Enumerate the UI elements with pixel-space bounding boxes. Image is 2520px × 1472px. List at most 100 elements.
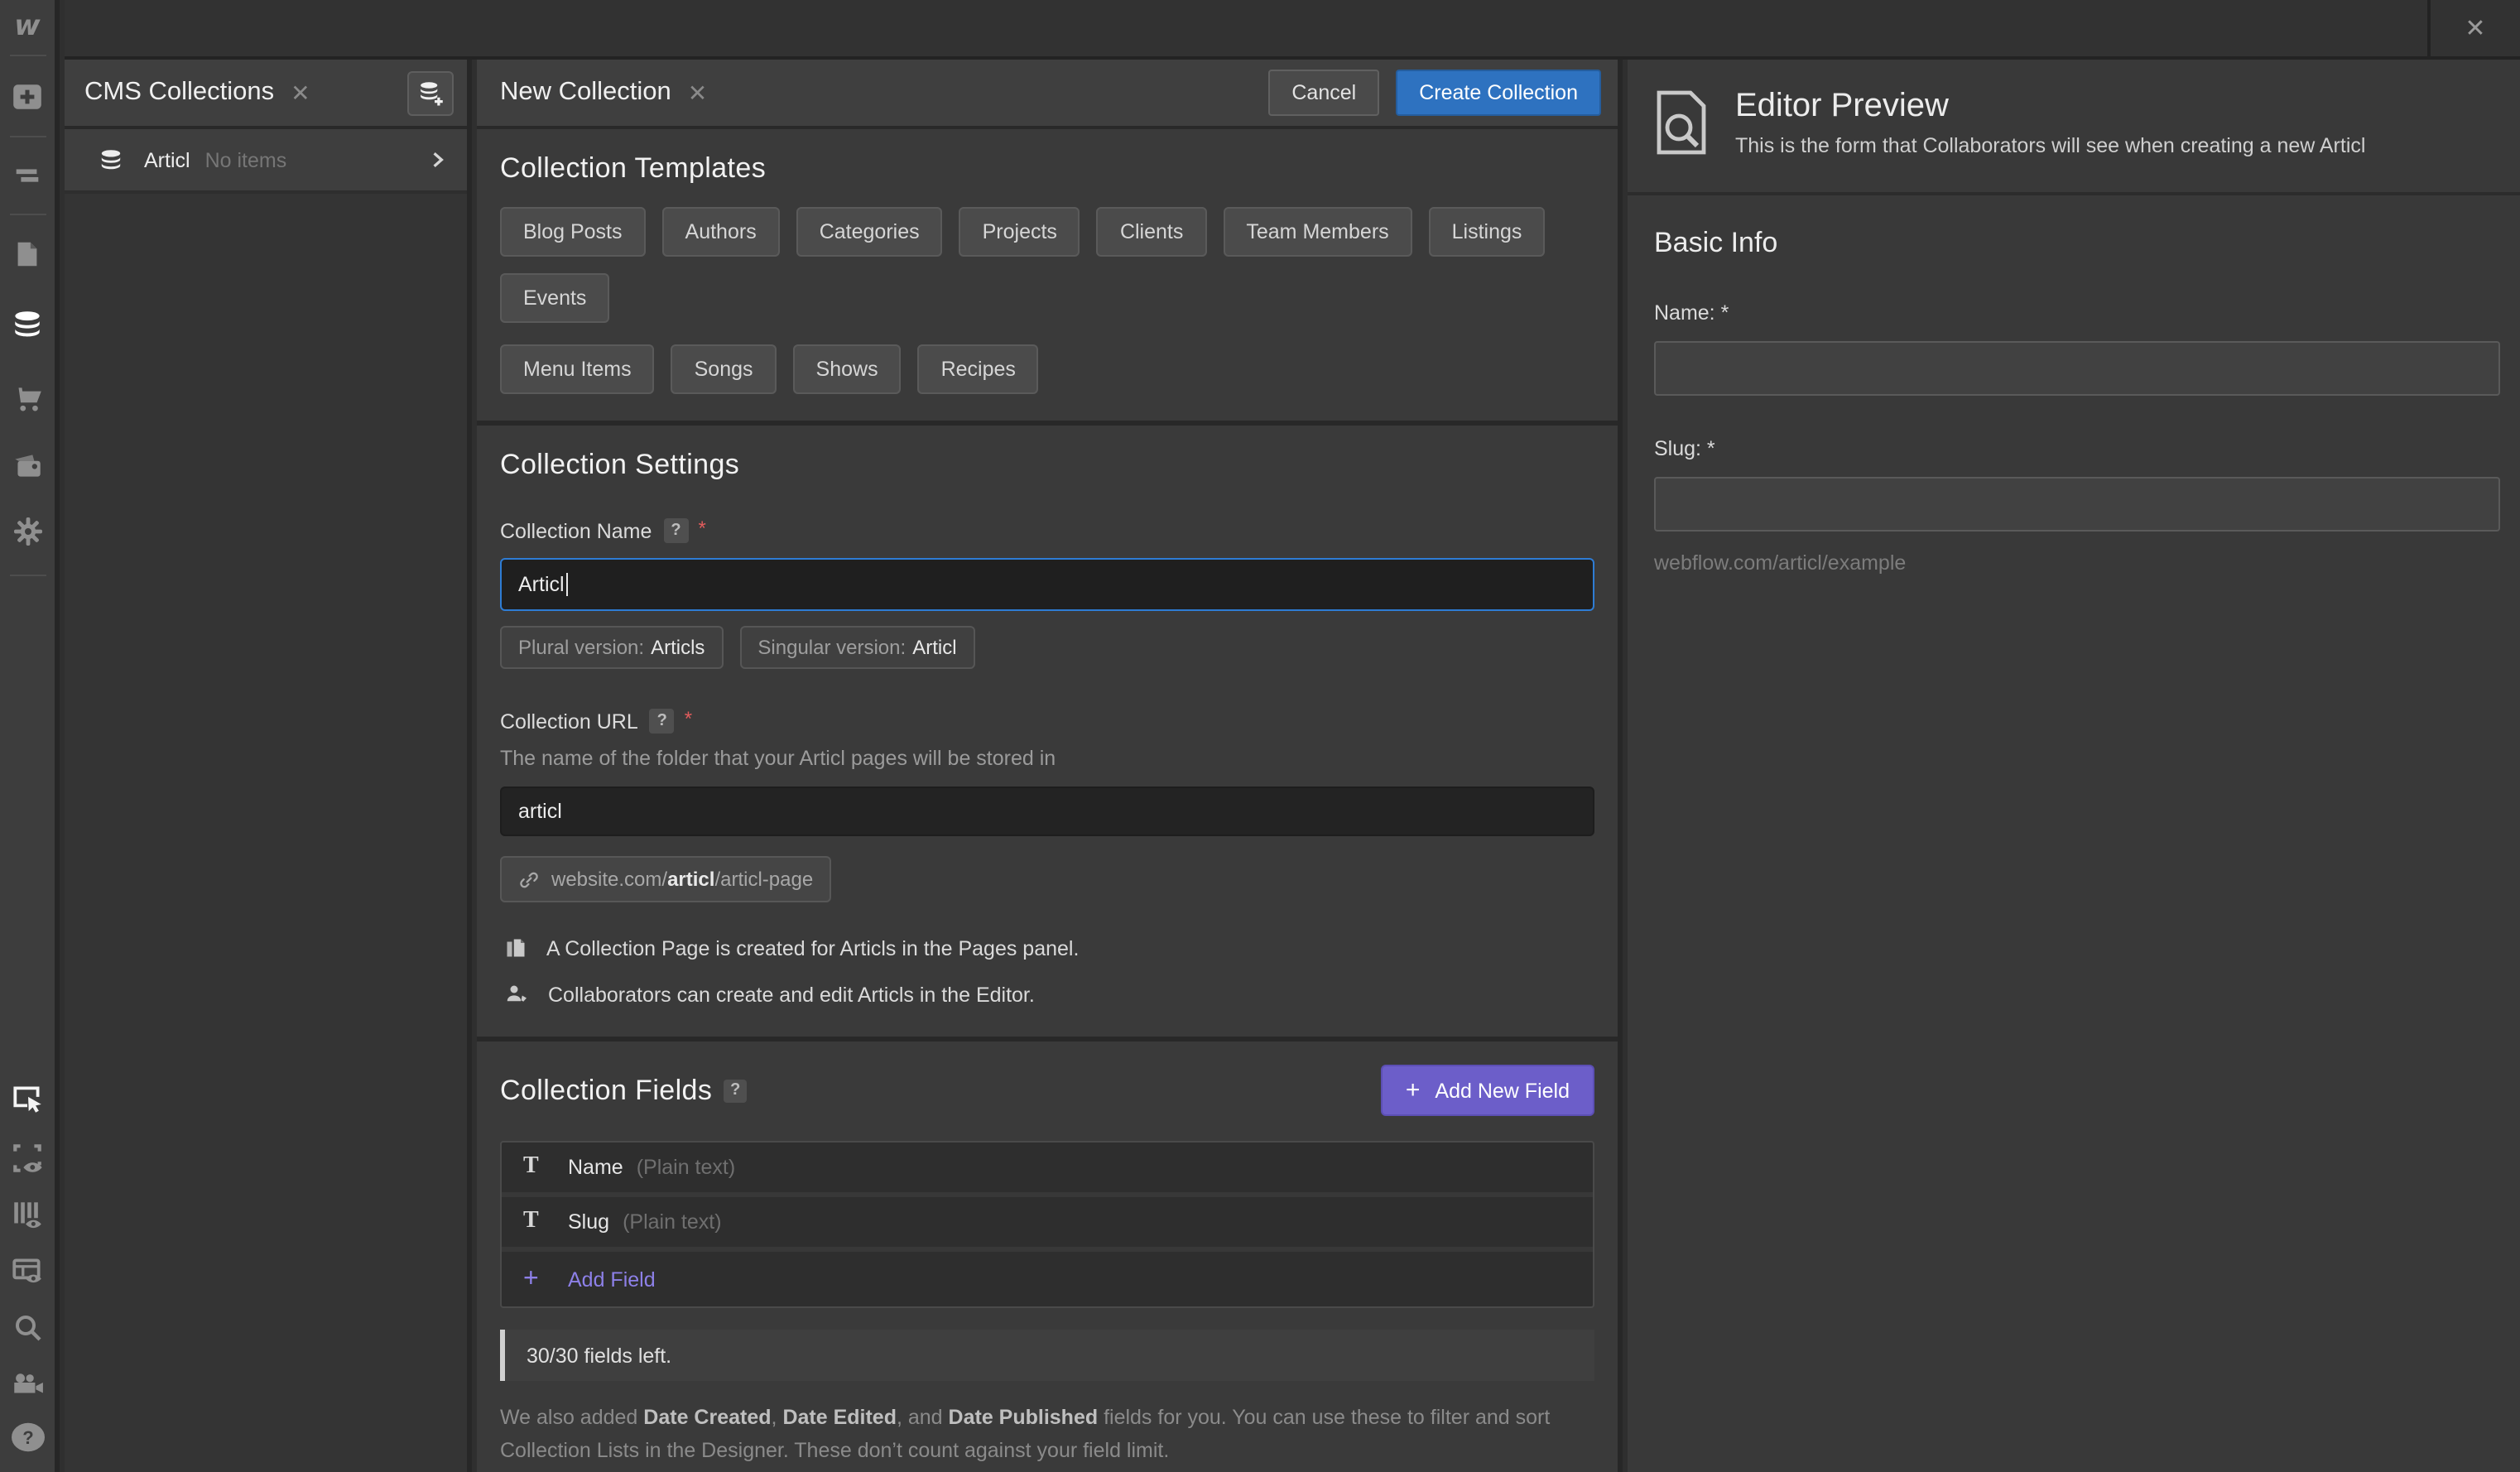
pages-info-text: A Collection Page is created for Articls… [546,936,1079,960]
template-button[interactable]: Team Members [1223,207,1411,257]
basic-info-heading: Basic Info [1654,227,2500,260]
toolbar-divider [9,214,46,215]
help-icon[interactable]: ? [0,1412,55,1462]
navigator-icon[interactable] [0,151,55,200]
cms-collections-icon[interactable] [0,300,55,349]
collection-fields-header-row: Collection Fields ? + Add New Field [500,1065,1594,1116]
editor-preview-title: Editor Preview [1735,88,2365,126]
field-row-slug[interactable]: T Slug (Plain text) [502,1197,1593,1252]
template-row-1: Blog Posts Authors Categories Projects C… [500,207,1594,323]
add-elements-icon[interactable] [0,71,55,121]
svg-text:?: ? [22,1427,32,1448]
select-mode-icon[interactable] [0,1073,55,1123]
url-prefix: website.com/ [551,868,667,891]
xray-mode-icon[interactable] [0,1133,55,1182]
text-caret [566,573,568,596]
add-new-field-label: Add New Field [1435,1079,1570,1102]
url-slug: articl [667,868,714,891]
collection-page-icon [503,936,528,960]
fields-remaining-bar: 30/30 fields left. [500,1330,1594,1381]
collection-templates-section: Collection Templates Blog Posts Authors … [477,129,1618,421]
chevron-right-icon [429,151,447,169]
field-row-name[interactable]: T Name (Plain text) [502,1142,1593,1197]
collection-name-label: Collection Name [500,519,652,542]
assets-icon[interactable] [0,440,55,490]
create-collection-button[interactable]: Create Collection [1396,70,1601,116]
template-button[interactable]: Listings [1429,207,1546,257]
add-new-field-button[interactable]: + Add New Field [1381,1065,1594,1116]
create-new-collection-button[interactable] [407,70,454,115]
help-icon[interactable]: ? [650,709,675,734]
template-button[interactable]: Clients [1097,207,1206,257]
collection-settings-heading: Collection Settings [500,449,1594,482]
collection-name-input[interactable]: Articl [500,558,1594,611]
template-button[interactable]: Categories [796,207,943,257]
template-button[interactable]: Recipes [918,344,1039,394]
collection-item-name: Articl [144,148,190,171]
template-button[interactable]: Blog Posts [500,207,646,257]
editor-preview-header: Editor Preview This is the form that Col… [1628,60,2520,195]
preview-slug-input[interactable] [1654,477,2500,532]
collaborators-info-row: Collaborators can create and edit Articl… [500,982,1594,1007]
collection-list-item[interactable]: Articl No items [65,129,467,194]
template-button[interactable]: Shows [793,344,902,394]
auto-fields-note: We also added Date Created, Date Edited,… [500,1401,1594,1467]
note-text: , [772,1406,783,1429]
new-collection-close-icon[interactable]: ✕ [688,81,707,104]
webflow-logo-icon[interactable]: w [14,8,40,45]
collection-url-label: Collection URL [500,710,638,733]
database-plus-icon [416,78,445,108]
collection-url-description: The name of the folder that your Articl … [500,747,1594,770]
collection-url-label-row: Collection URL ? * [500,709,1594,734]
preview-settings-icon[interactable] [0,1245,55,1295]
template-button[interactable]: Songs [671,344,777,394]
new-collection-panel: New Collection ✕ Cancel Create Collectio… [477,60,1623,1472]
video-tutorials-icon[interactable] [0,1358,55,1407]
plural-version-value: Articls [651,636,705,659]
template-button[interactable]: Authors [662,207,780,257]
collaborators-icon [503,982,530,1007]
note-date-edited: Date Edited [782,1406,897,1429]
required-asterisk: * [698,516,705,539]
search-icon[interactable] [0,1303,55,1353]
plain-text-field-icon: T [523,1209,546,1235]
editor-preview-form: Basic Info Name: * Slug: * webflow.com/a… [1628,195,2520,575]
top-bar: ✕ [65,0,2520,60]
collection-fields-heading: Collection Fields [500,1074,712,1107]
collection-settings-section: Collection Settings Collection Name ? * … [477,426,1618,1037]
collection-url-value: articl [518,800,562,823]
template-button[interactable]: Menu Items [500,344,655,394]
singular-version-chip: Singular version: Articl [739,626,974,669]
singular-version-label: Singular version: [757,636,906,659]
ecommerce-icon[interactable] [0,373,55,422]
collection-url-input[interactable]: articl [500,787,1594,836]
help-icon[interactable]: ? [724,1079,747,1102]
new-collection-title: New Collection [500,78,671,108]
preview-name-input[interactable] [1654,341,2500,396]
add-field-label: Add Field [568,1268,656,1291]
collection-templates-heading: Collection Templates [500,152,1594,185]
template-button[interactable]: Events [500,273,609,323]
new-collection-header: New Collection ✕ Cancel Create Collectio… [477,60,1618,129]
settings-gear-icon[interactable] [0,507,55,556]
pages-icon[interactable] [0,228,55,278]
add-field-row[interactable]: + Add Field [502,1252,1593,1306]
editor-preview-subtitle: This is the form that Collaborators will… [1735,134,2365,157]
left-toolbar: w [0,0,60,1472]
help-icon[interactable]: ? [663,518,688,543]
url-preview-chip[interactable]: website.com/articl/articl-page [500,856,831,902]
panel-close-button[interactable]: ✕ [2427,0,2520,56]
plus-icon: + [1406,1078,1421,1103]
url-suffix: /articl-page [714,868,813,891]
collection-name-value: Articl [518,573,565,596]
collaborators-info-text: Collaborators can create and edit Articl… [548,983,1035,1006]
singular-version-value: Articl [912,636,956,659]
guides-icon[interactable] [0,1189,55,1239]
editor-preview-icon [1654,88,1714,192]
field-type: (Plain text) [623,1210,722,1234]
template-button[interactable]: Projects [959,207,1080,257]
field-type: (Plain text) [637,1156,736,1179]
cancel-button[interactable]: Cancel [1268,70,1379,116]
required-asterisk: * [685,706,692,729]
cms-panel-close-icon[interactable]: ✕ [291,81,310,104]
